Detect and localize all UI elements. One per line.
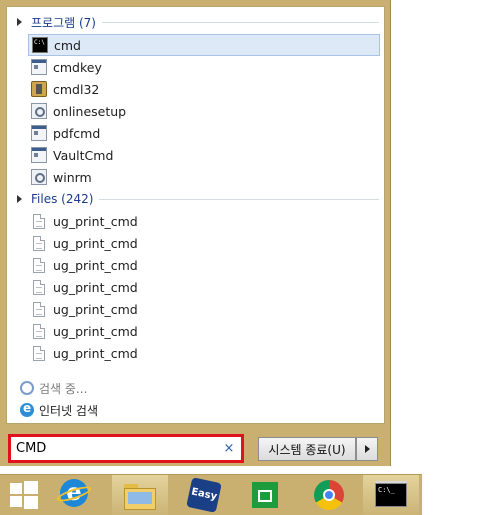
exe-icon (31, 125, 47, 141)
file-icon (33, 235, 45, 251)
result-file-item[interactable]: ug_print_cmd (28, 320, 380, 342)
result-file-item[interactable]: ug_print_cmd (28, 210, 380, 232)
internet-explorer-icon[interactable]: e (55, 479, 93, 511)
searching-label: 검색 중... (39, 381, 88, 396)
result-item-label: cmd (54, 37, 81, 53)
result-item-label: ug_print_cmd (53, 213, 138, 229)
windows-start-icon[interactable] (8, 479, 40, 511)
group-header-label: Files (242) (31, 192, 94, 206)
result-file-item[interactable]: ug_print_cmd (28, 298, 380, 320)
cmd-icon (32, 37, 48, 53)
result-item-label: cmdl32 (53, 81, 100, 97)
result-item-label: ug_print_cmd (53, 235, 138, 251)
file-icon (33, 213, 45, 229)
file-icon (33, 345, 45, 361)
internet-search-link[interactable]: 인터넷 검색 (20, 401, 98, 419)
gear-icon (31, 103, 47, 119)
result-item-label: ug_print_cmd (53, 301, 138, 317)
file-icon (33, 323, 45, 339)
chrome-icon[interactable] (313, 479, 345, 511)
expand-triangle-icon (17, 195, 22, 203)
result-item-pdfcmd[interactable]: pdfcmd (28, 122, 380, 144)
file-explorer-icon[interactable] (124, 482, 156, 514)
result-item-onlinesetup[interactable]: onlinesetup (28, 100, 380, 122)
taskbar: e Easy (0, 474, 422, 515)
result-item-cmdl32[interactable]: cmdl32 (28, 78, 380, 100)
result-item-label: ug_print_cmd (53, 345, 138, 361)
result-item-winrm[interactable]: winrm (28, 166, 380, 188)
search-box[interactable]: × (8, 434, 244, 463)
result-item-label: VaultCmd (53, 147, 114, 163)
file-icon (33, 257, 45, 273)
result-item-label: cmdkey (53, 59, 102, 75)
group-header-programs[interactable]: 프로그램 (7) (17, 14, 379, 30)
group-header-label: 프로그램 (7) (31, 15, 96, 30)
result-file-item[interactable]: ug_print_cmd (28, 254, 380, 276)
result-item-label: onlinesetup (53, 103, 127, 119)
tool-icon (31, 81, 47, 97)
easy-app-icon[interactable]: Easy (186, 477, 222, 513)
result-item-vaultcmd[interactable]: VaultCmd (28, 144, 380, 166)
gear-icon (31, 169, 47, 185)
file-icon (33, 301, 45, 317)
start-menu: 프로그램 (7) cmd cmdkey cmdl32 onlinesetup p… (0, 0, 391, 466)
search-input[interactable] (11, 437, 221, 460)
result-item-label: ug_print_cmd (53, 279, 138, 295)
group-divider (99, 198, 379, 200)
shutdown-options-button[interactable] (356, 437, 378, 461)
internet-explorer-icon (20, 401, 34, 417)
exe-icon (31, 147, 47, 163)
exe-icon (31, 59, 47, 75)
group-divider (101, 21, 379, 23)
result-item-label: pdfcmd (53, 125, 101, 141)
shutdown-button[interactable]: 시스템 종료(U) (258, 437, 356, 461)
clear-search-icon[interactable]: × (221, 441, 237, 456)
group-header-files[interactable]: Files (242) (17, 191, 379, 207)
result-item-label: ug_print_cmd (53, 323, 138, 339)
file-icon (33, 279, 45, 295)
windows-store-icon[interactable] (249, 479, 281, 511)
result-item-cmd[interactable]: cmd (28, 34, 380, 56)
internet-search-label: 인터넷 검색 (39, 403, 99, 418)
searching-status: 검색 중... (20, 379, 87, 397)
search-results-panel: 프로그램 (7) cmd cmdkey cmdl32 onlinesetup p… (6, 6, 385, 424)
command-prompt-icon[interactable] (375, 481, 407, 513)
result-item-label: ug_print_cmd (53, 257, 138, 273)
result-file-item[interactable]: ug_print_cmd (28, 276, 380, 298)
result-file-item[interactable]: ug_print_cmd (28, 342, 380, 364)
result-file-item[interactable]: ug_print_cmd (28, 232, 380, 254)
searching-icon (20, 381, 34, 395)
expand-triangle-icon (17, 18, 22, 26)
result-item-cmdkey[interactable]: cmdkey (28, 56, 380, 78)
arrow-right-icon (364, 445, 370, 453)
result-item-label: winrm (53, 169, 92, 185)
